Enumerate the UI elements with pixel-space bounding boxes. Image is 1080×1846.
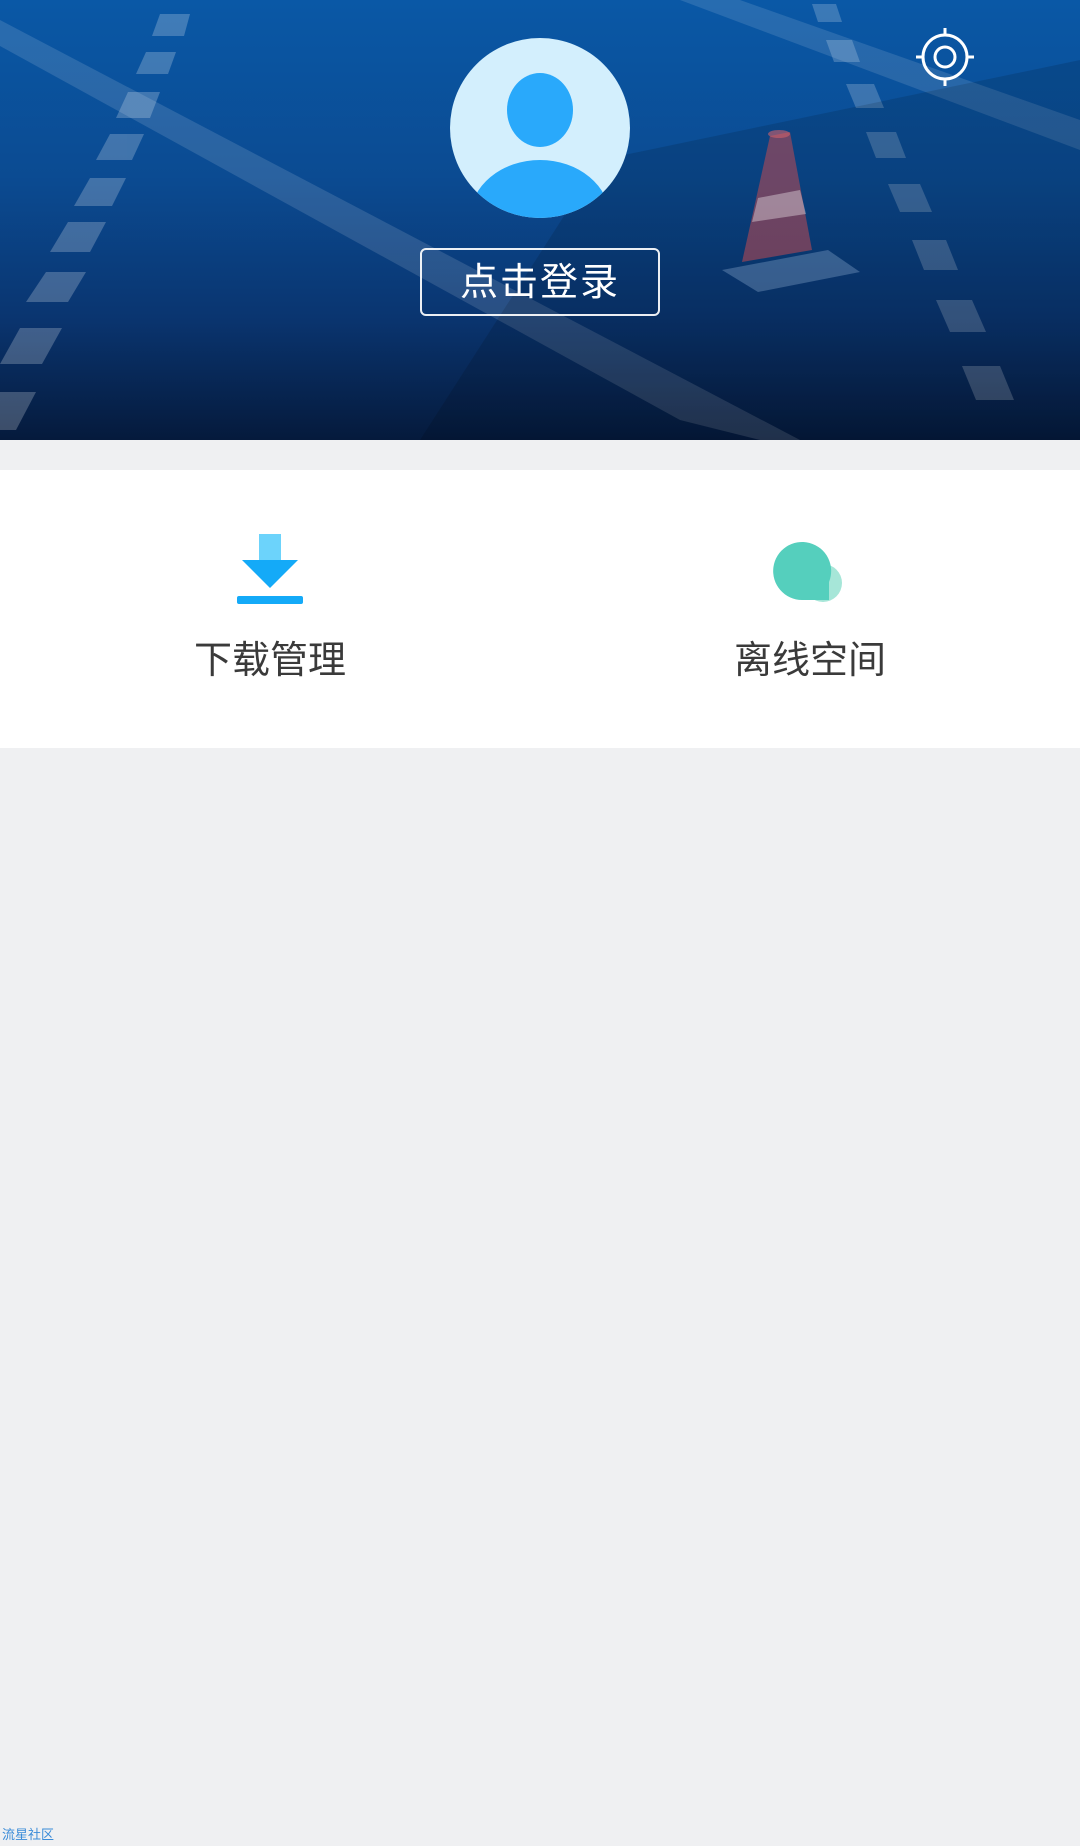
- profile-header: 点击登录: [0, 0, 1080, 440]
- download-manager-label: 下载管理: [193, 638, 346, 682]
- offline-space-label: 离线空间: [733, 638, 886, 682]
- avatar[interactable]: [450, 38, 630, 218]
- download-manager-item[interactable]: 下载管理: [0, 470, 540, 748]
- settings-gear-icon: [916, 28, 974, 86]
- quick-actions-panel: 下载管理 离线空间: [0, 470, 1080, 748]
- offline-space-item[interactable]: 离线空间: [540, 470, 1080, 748]
- cloud-icon: [773, 542, 842, 602]
- download-icon: [237, 534, 303, 604]
- watermark-text: 流星社区: [2, 1828, 55, 1843]
- user-avatar-icon: [470, 73, 610, 218]
- login-button[interactable]: 点击登录: [420, 248, 660, 316]
- settings-button[interactable]: [910, 22, 980, 92]
